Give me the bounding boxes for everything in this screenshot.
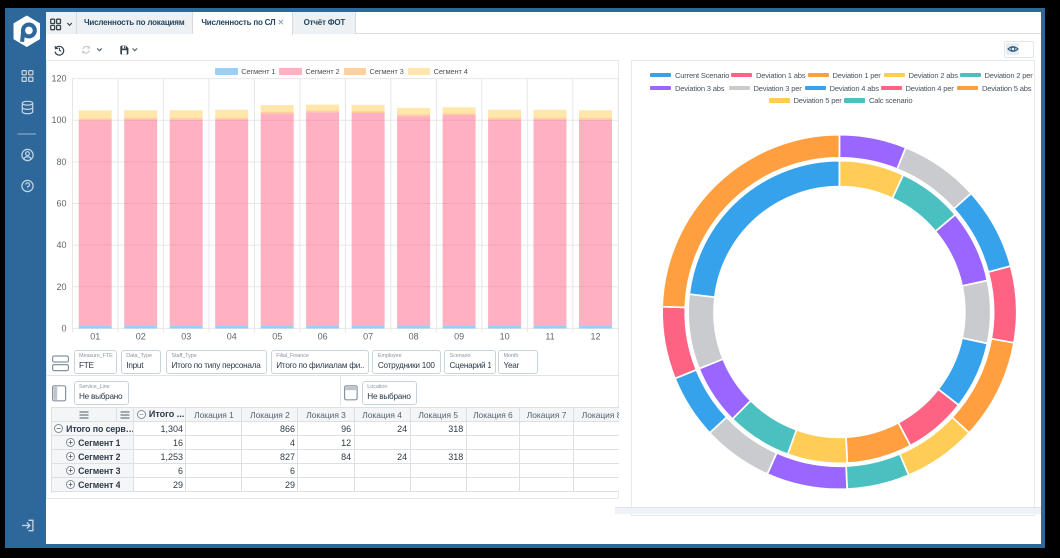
svg-text:05: 05	[272, 332, 282, 342]
svg-text:60: 60	[56, 199, 66, 209]
svg-text:07: 07	[363, 332, 373, 342]
svg-text:80: 80	[56, 157, 66, 167]
svg-text:20: 20	[56, 282, 66, 292]
svg-text:40: 40	[56, 240, 66, 250]
svg-text:06: 06	[318, 332, 328, 342]
svg-text:08: 08	[409, 332, 419, 342]
svg-text:100: 100	[51, 115, 66, 125]
svg-text:09: 09	[454, 332, 464, 342]
svg-text:01: 01	[90, 332, 100, 342]
svg-text:0: 0	[61, 323, 66, 333]
svg-text:04: 04	[227, 332, 237, 342]
svg-text:02: 02	[136, 332, 146, 342]
svg-text:10: 10	[500, 332, 510, 342]
svg-text:11: 11	[545, 332, 554, 342]
svg-text:12: 12	[590, 332, 600, 342]
svg-text:03: 03	[181, 332, 191, 342]
